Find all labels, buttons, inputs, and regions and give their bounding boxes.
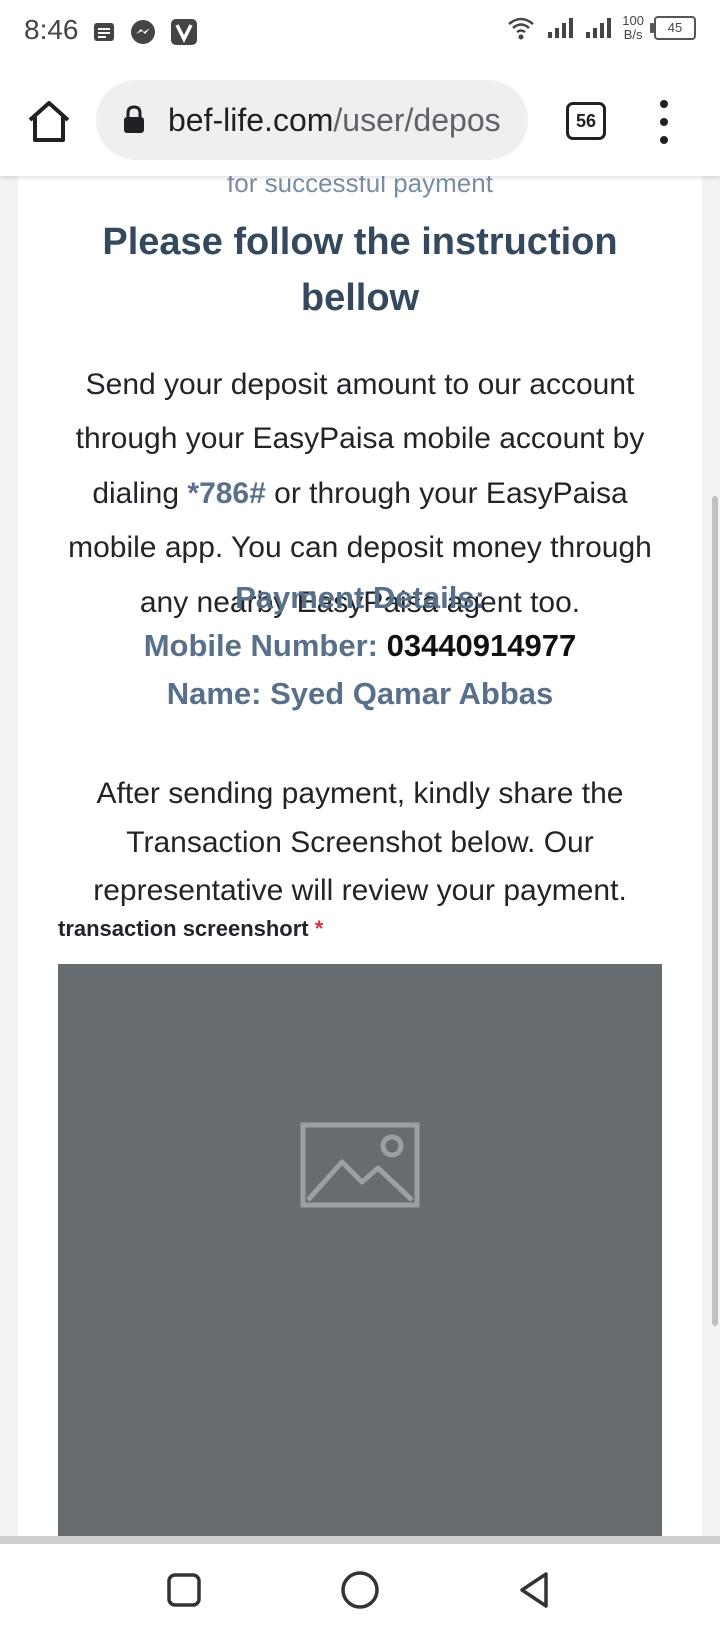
- browser-toolbar: bef-life.com/user/depos 56: [0, 66, 720, 176]
- home-nav-icon[interactable]: [336, 1566, 384, 1614]
- signal-icon-2: [586, 18, 612, 38]
- system-nav-bar: [0, 1544, 720, 1640]
- wifi-icon: [508, 17, 535, 40]
- recents-icon[interactable]: [160, 1566, 208, 1614]
- mobile-number-line: Mobile Number: 03440914977: [58, 622, 662, 670]
- messenger-icon: [131, 20, 155, 44]
- field-label-text: transaction screenshort: [58, 916, 309, 941]
- back-icon[interactable]: [512, 1566, 560, 1614]
- signal-icon: [548, 18, 574, 38]
- status-bar: 8:46 100 B/s 45: [0, 0, 720, 66]
- mobile-label: Mobile Number:: [143, 628, 378, 663]
- dial-code: *786#: [187, 476, 266, 510]
- status-right: 100 B/s 45: [506, 14, 696, 42]
- page-viewport[interactable]: for successful payment Please follow the…: [0, 176, 720, 1536]
- page-heading: Please follow the instruction bellow: [102, 221, 618, 319]
- deposit-card: for successful payment Please follow the…: [18, 176, 702, 1536]
- account-name: Name: Syed Qamar Abbas: [166, 676, 554, 711]
- screenshot-upload-area[interactable]: [58, 964, 662, 1536]
- mobile-number: 03440914977: [386, 628, 577, 663]
- url-path: /user/depos: [333, 102, 501, 138]
- lock-icon: [124, 105, 144, 133]
- net-speed: 100 B/s: [622, 14, 644, 42]
- notes-icon: [94, 23, 114, 41]
- status-time: 8:46: [24, 14, 79, 45]
- net-speed-unit: B/s: [623, 27, 643, 42]
- payment-details: Payment Details: Mobile Number: 03440914…: [58, 574, 662, 718]
- after-payment-text: After sending payment, kindly share the …: [93, 777, 627, 908]
- address-bar[interactable]: bef-life.com/user/depos: [96, 80, 528, 160]
- net-speed-value: 100: [622, 13, 644, 28]
- vertical-scrollbar[interactable]: [710, 176, 720, 1536]
- more-menu-icon[interactable]: [652, 100, 676, 144]
- home-icon[interactable]: [24, 96, 74, 146]
- faded-text: for successful payment: [227, 176, 493, 198]
- notification-icons: [92, 18, 198, 46]
- url-domain: bef-life.com: [168, 102, 334, 138]
- scrollbar-thumb[interactable]: [712, 496, 718, 1326]
- required-mark: *: [314, 916, 324, 941]
- image-placeholder-icon: [300, 1122, 420, 1208]
- screenshot-field-label: transaction screenshort *: [58, 916, 323, 942]
- url-text[interactable]: bef-life.com/user/depos: [168, 102, 514, 139]
- vpn-icon: [171, 19, 197, 45]
- tab-switcher-button[interactable]: 56: [566, 102, 606, 140]
- payment-details-title: Payment Details:: [235, 580, 485, 615]
- battery-icon: 45: [650, 16, 696, 40]
- horizontal-scrollbar[interactable]: [0, 1536, 720, 1544]
